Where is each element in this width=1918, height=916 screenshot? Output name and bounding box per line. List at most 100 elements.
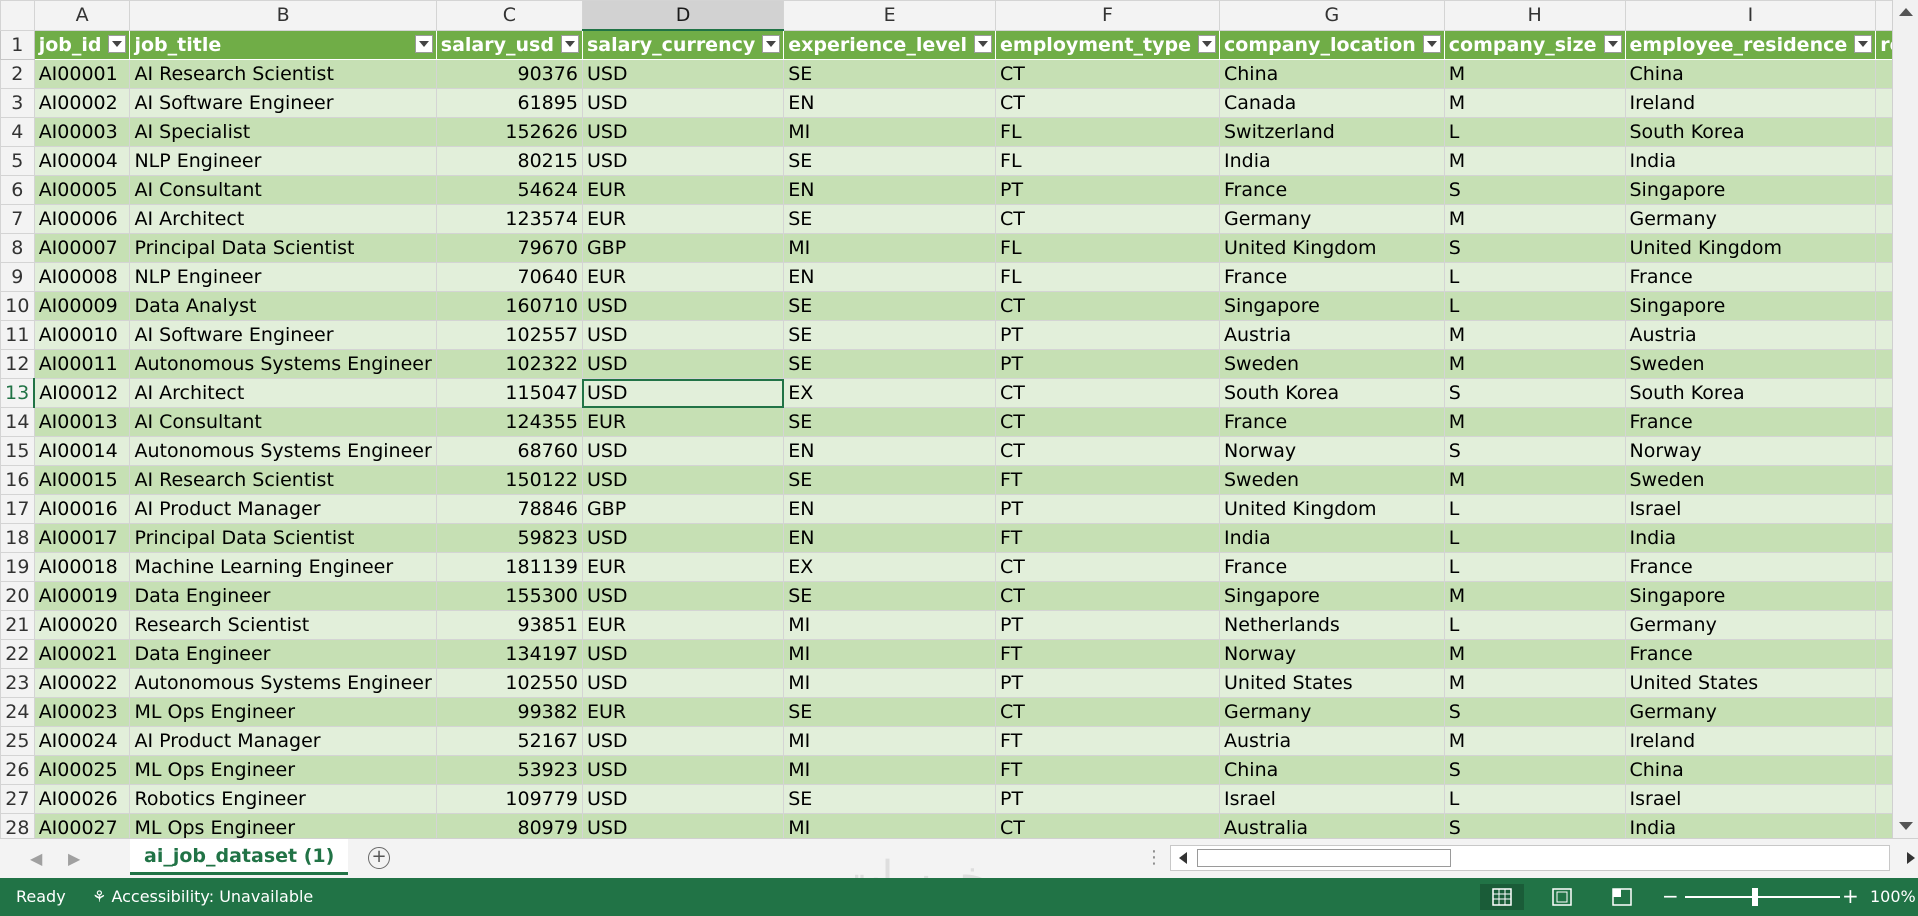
cell[interactable]: L [1443, 784, 1626, 814]
cell[interactable]: EX [783, 552, 997, 582]
cell[interactable]: MI [783, 639, 997, 669]
cell[interactable]: MI [783, 668, 997, 698]
cell[interactable]: EN [783, 262, 997, 292]
cell[interactable]: SE [783, 465, 997, 495]
cell[interactable]: 124355 [435, 407, 583, 437]
header-cell[interactable]: salary_currency [581, 29, 785, 60]
cell[interactable]: Norway [1219, 639, 1445, 669]
cell[interactable]: FL [995, 117, 1220, 147]
cell[interactable]: USD [581, 117, 785, 147]
page-break-view-button[interactable] [1600, 884, 1644, 910]
row-number[interactable]: 7 [0, 204, 35, 234]
cell[interactable]: Autonomous Systems Engineer [129, 436, 437, 466]
cell[interactable]: SE [783, 204, 997, 234]
cell[interactable]: USD [581, 146, 785, 176]
cell[interactable]: CT [995, 378, 1220, 408]
cell[interactable]: EN [783, 494, 997, 524]
cell[interactable]: S [1443, 813, 1626, 838]
row-number[interactable]: 20 [0, 581, 35, 611]
cell[interactable]: AI Architect [129, 378, 437, 408]
cell[interactable]: France [1624, 262, 1877, 292]
cell[interactable]: AI00014 [33, 436, 131, 466]
cell[interactable]: Robotics Engineer [129, 784, 437, 814]
cell[interactable]: United Kingdom [1219, 494, 1445, 524]
row-number[interactable]: 27 [0, 784, 35, 814]
row-number[interactable]: 19 [0, 552, 35, 582]
cell[interactable]: M [1443, 668, 1626, 698]
row-number[interactable]: 10 [0, 291, 35, 321]
cell[interactable]: PT [995, 668, 1220, 698]
cell[interactable]: 90376 [435, 59, 583, 89]
column-header-e[interactable]: E [783, 0, 997, 31]
filter-dropdown-icon[interactable] [560, 34, 579, 53]
cell[interactable]: SE [783, 581, 997, 611]
spreadsheet-grid[interactable]: ABCDEFGHIJ 1job_idjob_titlesalary_usdsal… [0, 0, 1918, 838]
cell[interactable]: 150122 [435, 465, 583, 495]
filter-dropdown-icon[interactable] [1854, 34, 1873, 53]
cell[interactable]: South Korea [1219, 378, 1445, 408]
cell[interactable]: L [1443, 262, 1626, 292]
cell[interactable]: Switzerland [1219, 117, 1445, 147]
zoom-slider-track[interactable] [1685, 896, 1840, 898]
cell[interactable]: India [1219, 146, 1445, 176]
cell[interactable]: S [1443, 755, 1626, 785]
cell[interactable]: L [1443, 117, 1626, 147]
cell[interactable]: AI00023 [33, 697, 131, 727]
cell[interactable]: France [1624, 552, 1877, 582]
cell[interactable]: SE [783, 349, 997, 379]
horizontal-scroll-thumb[interactable] [1197, 849, 1451, 867]
cell[interactable]: CT [995, 88, 1220, 118]
cell[interactable]: Autonomous Systems Engineer [129, 349, 437, 379]
cell[interactable]: AI00027 [33, 813, 131, 838]
cell[interactable]: MI [783, 610, 997, 640]
column-header-h[interactable]: H [1443, 0, 1626, 31]
cell[interactable]: FT [995, 726, 1220, 756]
cell[interactable]: South Korea [1624, 117, 1877, 147]
cell[interactable]: 152626 [435, 117, 583, 147]
cell[interactable]: FL [995, 146, 1220, 176]
column-header-a[interactable]: A [33, 0, 131, 31]
cell[interactable]: AI00009 [33, 291, 131, 321]
row-number[interactable]: 17 [0, 494, 35, 524]
cell[interactable]: M [1443, 59, 1626, 89]
cell[interactable]: AI Research Scientist [129, 59, 437, 89]
cell[interactable]: USD [581, 320, 785, 350]
row-number[interactable]: 15 [0, 436, 35, 466]
cell[interactable]: United States [1219, 668, 1445, 698]
cell[interactable]: AI00007 [33, 233, 131, 263]
cell[interactable]: 160710 [435, 291, 583, 321]
cell[interactable]: S [1443, 436, 1626, 466]
cell[interactable]: 80215 [435, 146, 583, 176]
cell[interactable]: EUR [581, 407, 785, 437]
zoom-level[interactable]: 100% [1870, 887, 1916, 906]
row-number[interactable]: 6 [0, 175, 35, 205]
cell[interactable]: GBP [581, 494, 785, 524]
cell[interactable]: M [1443, 726, 1626, 756]
cell[interactable]: L [1443, 523, 1626, 553]
column-header-f[interactable]: F [995, 0, 1220, 31]
cell[interactable]: L [1443, 610, 1626, 640]
cell[interactable]: EUR [581, 175, 785, 205]
cell[interactable]: AI00022 [33, 668, 131, 698]
cell[interactable]: EN [783, 523, 997, 553]
cell[interactable]: Research Scientist [129, 610, 437, 640]
cell[interactable]: Israel [1624, 494, 1877, 524]
cell[interactable]: EN [783, 88, 997, 118]
cell[interactable]: Germany [1219, 204, 1445, 234]
cell[interactable]: AI00015 [33, 465, 131, 495]
cell[interactable]: M [1443, 349, 1626, 379]
row-number[interactable]: 26 [0, 755, 35, 785]
row-number[interactable]: 5 [0, 146, 35, 176]
cell[interactable]: 80979 [435, 813, 583, 838]
horizontal-scrollbar[interactable] [1170, 845, 1915, 871]
cell[interactable]: France [1624, 407, 1877, 437]
cell[interactable]: AI00026 [33, 784, 131, 814]
row-number[interactable]: 9 [0, 262, 35, 292]
row-number[interactable]: 11 [0, 320, 35, 350]
row-number[interactable]: 16 [0, 465, 35, 495]
row-number[interactable]: 22 [0, 639, 35, 669]
normal-view-button[interactable] [1480, 884, 1524, 910]
row-number[interactable]: 28 [0, 813, 35, 838]
cell[interactable]: USD [581, 523, 785, 553]
cell[interactable]: Singapore [1219, 291, 1445, 321]
